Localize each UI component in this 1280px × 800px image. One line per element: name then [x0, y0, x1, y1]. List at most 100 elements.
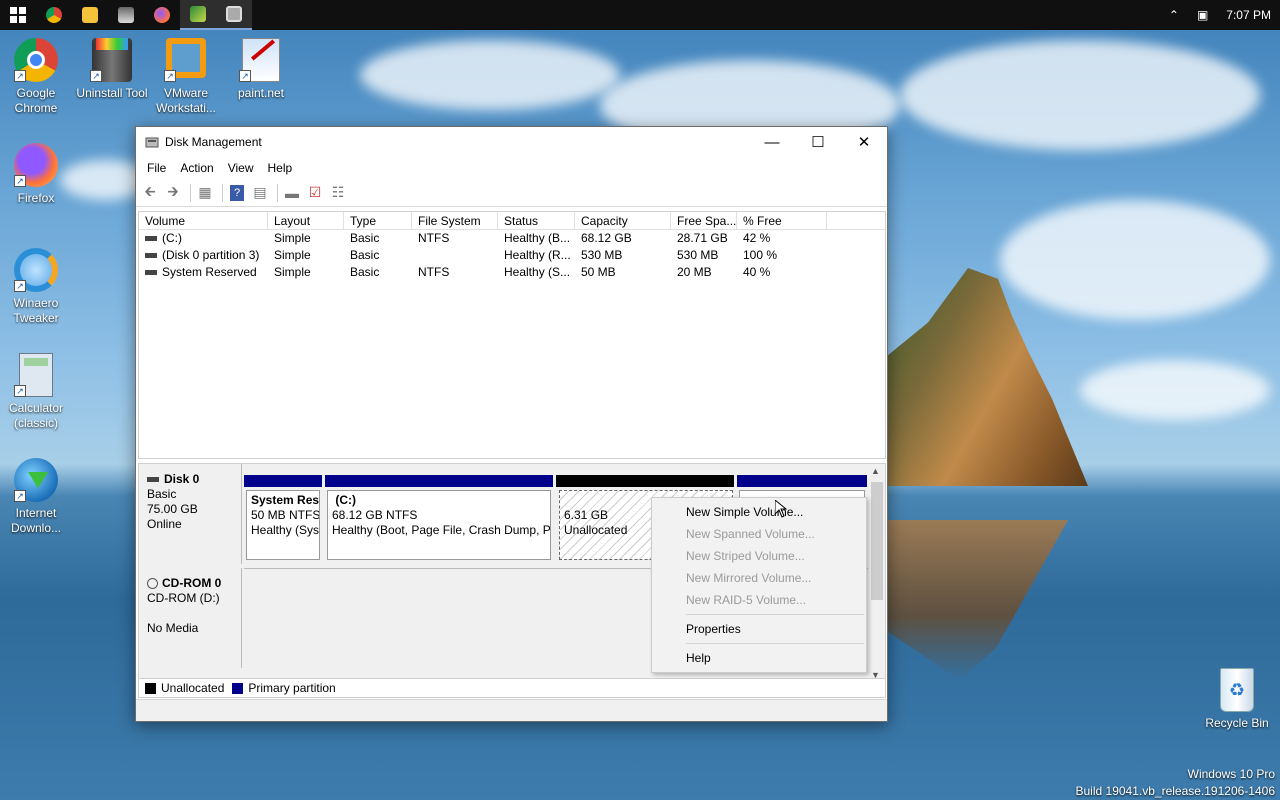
cell-type: Basic: [350, 231, 380, 245]
menu-bar: File Action View Help: [136, 157, 887, 179]
title-bar[interactable]: Disk Management — ☐ ✕: [136, 127, 887, 157]
idm-icon: ↗: [14, 458, 58, 502]
menu-item-new-simple-volume[interactable]: New Simple Volume...: [652, 501, 866, 523]
toolbar: 🡰 🡲 ▦ ? ▤ ▬ ☑ ☷: [136, 179, 887, 207]
start-button[interactable]: [0, 0, 36, 30]
chevron-up-icon[interactable]: ⌃: [1169, 8, 1179, 22]
status-bar: [136, 699, 887, 721]
vertical-scrollbar[interactable]: ▲ ▼: [869, 466, 883, 680]
column-capacity[interactable]: Capacity: [575, 212, 671, 229]
desktop-icon-uninstall-tool[interactable]: ↗ Uninstall Tool: [76, 38, 148, 101]
scrollbar-thumb[interactable]: [871, 482, 883, 600]
menu-item-new-striped-volume: New Striped Volume...: [686, 549, 805, 563]
network-icon[interactable]: ▣: [1197, 8, 1208, 22]
menu-action[interactable]: Action: [173, 161, 220, 175]
cell-file-system: NTFS: [418, 265, 450, 279]
column-volume[interactable]: Volume: [139, 212, 268, 229]
disk-management-icon: [145, 137, 159, 148]
menu-item-properties[interactable]: Properties: [652, 618, 866, 640]
app-icon: [190, 6, 206, 22]
list-icon: ☷: [331, 184, 345, 200]
table-row[interactable]: (C:) Simple Basic NTFS Healthy (B... 68.…: [139, 230, 885, 247]
cell-percent-free: 40 %: [743, 265, 771, 279]
partition-system-reserved[interactable]: System Rese 50 MB NTFS Healthy (Sys: [246, 490, 320, 560]
maximize-button[interactable]: ☐: [795, 127, 841, 157]
taskbar-uninstall-tool[interactable]: [108, 0, 144, 30]
vmware-icon: ↗: [164, 38, 208, 82]
partition-size: 50 MB NTFS: [251, 508, 320, 522]
disk-icon: ▬: [285, 184, 299, 201]
cell-status: Healthy (R...: [504, 248, 571, 262]
help-button[interactable]: ?: [227, 183, 247, 203]
firefox-icon: [154, 7, 170, 23]
volume-list: Volume Layout Type File System Status Ca…: [138, 211, 886, 459]
menu-file[interactable]: File: [140, 161, 173, 175]
desktop-icon-internet-download-manager[interactable]: ↗ Internet Downlo...: [0, 458, 72, 536]
show-hide-console-tree-button[interactable]: ▦: [195, 183, 215, 203]
cdrom-media: No Media: [147, 621, 199, 635]
close-button[interactable]: ✕: [841, 127, 887, 157]
settings-button[interactable]: ☷: [328, 183, 348, 203]
column-status[interactable]: Status: [498, 212, 575, 229]
disk-0-label[interactable]: Disk 0 Basic 75.00 GB Online: [139, 464, 242, 564]
menu-item-new-spanned-volume: New Spanned Volume...: [686, 527, 815, 541]
properties-icon: ▤: [253, 184, 267, 200]
desktop-icon-winaero-tweaker[interactable]: ↗ Winaero Tweaker: [0, 248, 72, 326]
cell-layout: Simple: [274, 265, 311, 279]
taskbar-file-explorer[interactable]: [72, 0, 108, 30]
partition-c[interactable]: (C:) 68.12 GB NTFS Healthy (Boot, Page F…: [327, 490, 551, 560]
taskbar-firefox[interactable]: [144, 0, 180, 30]
maximize-icon: ☐: [811, 134, 825, 151]
desktop-icon-firefox[interactable]: ↗ Firefox: [0, 143, 72, 206]
desktop-icon-vmware[interactable]: ↗ VMware Workstati...: [150, 38, 222, 116]
desktop-icon-calculator[interactable]: ↗ Calculator (classic): [0, 353, 72, 431]
partition-bar-primary: [737, 475, 867, 487]
cdrom-0-label[interactable]: CD-ROM 0 CD-ROM (D:) No Media: [139, 568, 242, 668]
desktop-icon-label: Winaero Tweaker: [13, 296, 59, 325]
cell-volume: (C:): [139, 230, 268, 247]
legend: Unallocated Primary partition: [138, 678, 886, 698]
volume-icon: [145, 253, 157, 259]
menu-item-help[interactable]: Help: [652, 647, 866, 669]
desktop-icon-paintnet[interactable]: ↗ paint.net: [225, 38, 297, 101]
console-tree-icon: ▦: [198, 184, 212, 200]
menu-help[interactable]: Help: [261, 161, 300, 175]
table-row[interactable]: (Disk 0 partition 3) Simple Basic Health…: [139, 247, 885, 264]
partition-name: (C:): [335, 493, 356, 507]
cell-volume: System Reserved: [139, 264, 268, 281]
column-percent-free[interactable]: % Free: [737, 212, 827, 229]
taskbar-app[interactable]: [180, 0, 216, 30]
cell-type: Basic: [350, 248, 380, 262]
column-layout[interactable]: Layout: [268, 212, 344, 229]
desktop-icon-recycle-bin[interactable]: ♻ Recycle Bin: [1203, 668, 1271, 730]
clock[interactable]: 7:07 PM: [1226, 8, 1271, 22]
taskbar-disk-management[interactable]: [216, 0, 252, 30]
desktop-icon-label: Uninstall Tool: [76, 86, 148, 100]
disk-icon: [147, 477, 159, 483]
windows-start-icon: [10, 7, 26, 23]
back-button[interactable]: 🡰: [140, 183, 160, 203]
recycle-bin-icon: ♻: [1220, 668, 1254, 712]
forward-button[interactable]: 🡲: [163, 183, 183, 203]
check-button[interactable]: ☑: [305, 183, 325, 203]
table-row[interactable]: System Reserved Simple Basic NTFS Health…: [139, 264, 885, 281]
menu-view[interactable]: View: [221, 161, 261, 175]
connect-disk-button[interactable]: ▬: [282, 183, 302, 203]
column-type[interactable]: Type: [344, 212, 412, 229]
uninstall-tool-icon: [118, 7, 134, 23]
column-free-space[interactable]: Free Spa...: [671, 212, 737, 229]
cloud: [1000, 200, 1270, 320]
minimize-button[interactable]: —: [749, 127, 795, 157]
calculator-icon: ↗: [14, 353, 58, 397]
disk-management-icon: [226, 6, 242, 22]
cell-volume: (Disk 0 partition 3): [139, 247, 268, 264]
desktop-icon-google-chrome[interactable]: ↗ Google Chrome: [0, 38, 72, 116]
column-file-system[interactable]: File System: [412, 212, 498, 229]
firefox-icon: ↗: [14, 143, 58, 187]
scroll-up-icon[interactable]: ▲: [871, 466, 880, 476]
properties-button[interactable]: ▤: [250, 183, 270, 203]
desktop-icon-label: paint.net: [237, 86, 285, 100]
menu-separator: [686, 643, 864, 644]
taskbar-chrome[interactable]: [36, 0, 72, 30]
cdrom-drive: CD-ROM (D:): [147, 591, 220, 605]
